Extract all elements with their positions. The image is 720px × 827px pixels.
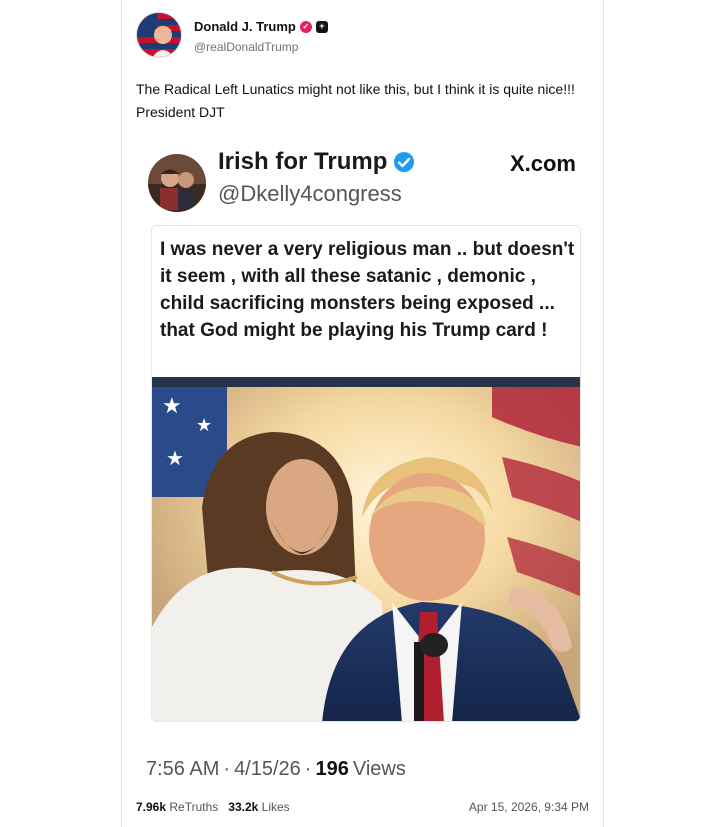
photo: ★ ★ ★ bbox=[152, 387, 580, 721]
post-stats: 7.96k ReTruths 33.2k Likes bbox=[136, 800, 290, 814]
svg-text:★: ★ bbox=[196, 415, 212, 436]
svg-text:★: ★ bbox=[166, 446, 184, 470]
meta-separator: · bbox=[304, 758, 312, 780]
truth-post-card: Donald J. Trump ✓ + @realDonaldTrump The… bbox=[121, 0, 604, 827]
post-timestamp[interactable]: Apr 15, 2026, 9:34 PM bbox=[469, 800, 589, 814]
retruths-stat[interactable]: 7.96k ReTruths bbox=[136, 800, 218, 814]
quoted-image: I was never a very religious man .. but … bbox=[151, 225, 581, 722]
author-name[interactable]: Donald J. Trump bbox=[194, 19, 296, 34]
author-name-row: Donald J. Trump ✓ + bbox=[194, 19, 328, 34]
verified-badge-icon: ✓ bbox=[299, 20, 312, 33]
avatar[interactable] bbox=[136, 12, 182, 58]
embed-meta: 7:56 AM · 4/15/26 · 196 Views bbox=[146, 758, 406, 781]
likes-count: 33.2k bbox=[228, 800, 259, 814]
embed-time: 7:56 AM bbox=[146, 758, 220, 780]
embedded-image[interactable]: Irish for Trump @Dkelly4congress X.com I… bbox=[146, 136, 586, 736]
svg-text:★: ★ bbox=[162, 394, 182, 419]
meta-separator: · bbox=[223, 758, 231, 780]
post-header: Donald J. Trump ✓ + @realDonaldTrump bbox=[136, 12, 576, 60]
retruths-count: 7.96k bbox=[136, 800, 167, 814]
retruths-label: ReTruths bbox=[169, 800, 219, 814]
site-label: X.com bbox=[509, 151, 576, 176]
embed-name-row: Irish for Trump bbox=[218, 148, 415, 176]
embed-date: 4/15/26 bbox=[234, 758, 301, 780]
views-label: Views bbox=[352, 758, 406, 780]
likes-stat[interactable]: 33.2k Likes bbox=[228, 800, 289, 814]
embed-author-name: Irish for Trump bbox=[218, 148, 388, 175]
views-count: 196 bbox=[315, 758, 349, 780]
author-handle[interactable]: @realDonaldTrump bbox=[194, 40, 298, 54]
likes-label: Likes bbox=[261, 800, 290, 814]
image-divider bbox=[152, 377, 580, 387]
post-text: The Radical Left Lunatics might not like… bbox=[136, 81, 575, 120]
plus-badge-icon: + bbox=[315, 20, 328, 33]
embed-author-handle: @Dkelly4congress bbox=[218, 181, 402, 206]
blue-check-icon bbox=[394, 152, 415, 172]
quote-text: I was never a very religious man .. but … bbox=[160, 239, 575, 341]
embed-avatar bbox=[148, 154, 206, 212]
